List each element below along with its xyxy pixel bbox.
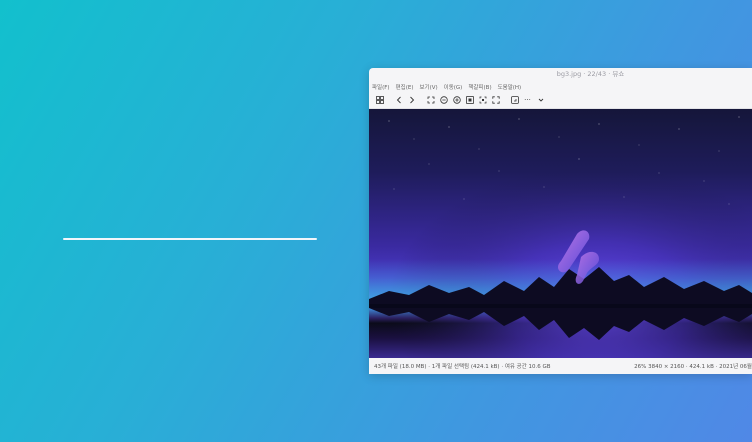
menu-view[interactable]: 보기(V) xyxy=(419,83,437,91)
image-viewer-window: bg3.jpg · 22/43 · 뷰쇼 파일(F) 편집(E) 보기(V) 이… xyxy=(369,68,752,374)
status-file-info: 43개 파일 (18.0 MB) · 1개 파일 선택됨 (424.1 kB) … xyxy=(374,364,551,370)
menu-help[interactable]: 도움말(H) xyxy=(498,83,522,91)
slideshow-icon[interactable] xyxy=(508,94,521,107)
prev-icon[interactable] xyxy=(392,94,405,107)
status-image-info: 26% 3840 × 2160 · 424.1 kB · 2021년 06월 xyxy=(634,364,752,370)
more-icon[interactable]: ··· xyxy=(521,94,534,107)
zoom-fit-icon[interactable] xyxy=(463,94,476,107)
menu-edit[interactable]: 편집(E) xyxy=(396,83,414,91)
zoom-in-icon[interactable] xyxy=(450,94,463,107)
actual-size-icon[interactable] xyxy=(476,94,489,107)
menu-file[interactable]: 파일(F) xyxy=(372,83,390,91)
fit-icon[interactable] xyxy=(424,94,437,107)
menu-bar: 파일(F) 편집(E) 보기(V) 이동(G) 책갈피(B) 도움말(H) xyxy=(369,81,752,92)
desktop-divider xyxy=(63,238,317,240)
menu-go[interactable]: 이동(G) xyxy=(444,83,463,91)
wallpaper-image xyxy=(369,109,752,358)
menu-bookmarks[interactable]: 책갈피(B) xyxy=(468,83,491,91)
zoom-out-icon[interactable] xyxy=(437,94,450,107)
thumbnails-icon[interactable] xyxy=(373,94,386,107)
next-icon[interactable] xyxy=(405,94,418,107)
status-bar: 43개 파일 (18.0 MB) · 1개 파일 선택됨 (424.1 kB) … xyxy=(369,358,752,374)
toolbar: ··· xyxy=(369,92,752,109)
image-canvas[interactable] xyxy=(369,109,752,358)
window-title: bg3.jpg · 22/43 · 뷰쇼 xyxy=(556,70,625,78)
fullscreen-icon[interactable] xyxy=(489,94,502,107)
chevron-down-icon[interactable] xyxy=(534,94,547,107)
